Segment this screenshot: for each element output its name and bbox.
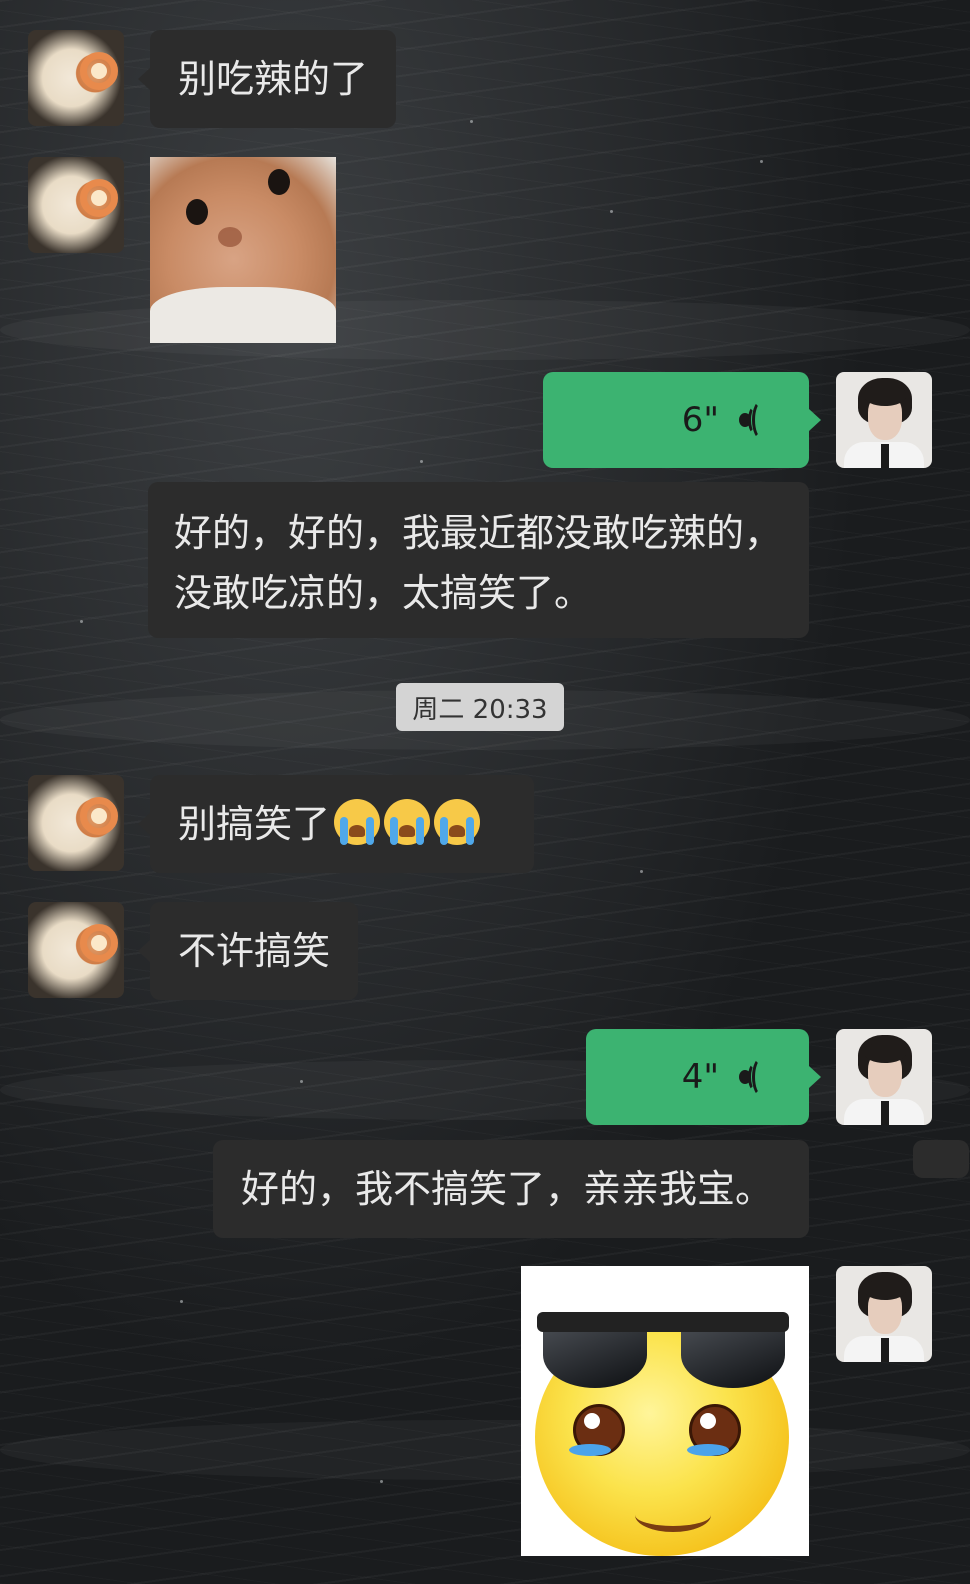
hamster-face-sticker[interactable]: [150, 157, 336, 343]
avatar-fringe: [864, 1280, 906, 1300]
bagel-hole: [91, 63, 107, 79]
message-bubble[interactable]: 好的，我不搞笑了，亲亲我宝。: [213, 1140, 809, 1238]
bagel-hole: [91, 935, 107, 951]
message-bubble[interactable]: 别搞笑了: [138, 775, 534, 873]
bagel-hole: [91, 808, 107, 824]
background-wave: [0, 300, 970, 360]
message-text: 别搞笑了: [178, 802, 331, 846]
water-sparkle: [640, 870, 643, 873]
voice-message[interactable]: 4": [586, 1029, 821, 1125]
message-text-line: 没敢吃凉的，太搞笑了。: [174, 571, 593, 615]
background-wave: [0, 1060, 970, 1120]
water-sparkle: [420, 460, 423, 463]
bagel-hole: [91, 190, 107, 206]
friend-avatar[interactable]: [28, 775, 124, 871]
loudly-crying-face-icon: [334, 799, 381, 845]
message-text: 好的，我不搞笑了，亲亲我宝。: [241, 1167, 774, 1211]
my-avatar[interactable]: [836, 1266, 932, 1362]
friend-avatar[interactable]: [28, 902, 124, 998]
sticker-eye: [186, 199, 208, 225]
my-avatar[interactable]: [836, 1029, 932, 1125]
sunglasses-icon: [537, 1312, 789, 1332]
water-sparkle: [80, 620, 83, 623]
water-sparkle: [610, 210, 613, 213]
avatar-tie: [881, 444, 889, 468]
water-sparkle: [180, 1300, 183, 1303]
loudly-crying-face-icon: [384, 799, 431, 845]
water-sparkle: [380, 1480, 383, 1483]
voice-wave-icon: [737, 1057, 771, 1097]
avatar-fringe: [864, 1043, 906, 1063]
avatar-fringe: [864, 386, 906, 406]
friend-avatar[interactable]: [28, 30, 124, 126]
loudly-crying-face-icon: [434, 799, 481, 845]
sticker-eye: [268, 169, 290, 195]
message-bubble[interactable]: 别吃辣的了: [137, 30, 397, 128]
sticker-body: [150, 287, 336, 343]
background-wave: [0, 1420, 970, 1480]
water-sparkle: [300, 1080, 303, 1083]
my-avatar[interactable]: [836, 372, 932, 468]
water-sparkle: [760, 160, 763, 163]
friend-avatar[interactable]: [28, 157, 124, 253]
timestamp-divider: 周二 20:33: [396, 683, 564, 731]
message-bubble[interactable]: 不许搞笑: [137, 902, 359, 1000]
smiley-mouth: [635, 1498, 711, 1532]
voice-message[interactable]: 6": [543, 372, 821, 468]
spacer: [913, 1140, 969, 1178]
tear-drop: [569, 1444, 611, 1456]
voice-duration: 4": [681, 1057, 719, 1097]
sticker-nose: [218, 227, 242, 247]
avatar-tie: [881, 1101, 889, 1125]
voice-duration: 6": [681, 400, 719, 440]
message-text: 不许搞笑: [178, 929, 331, 973]
message-bubble[interactable]: 好的，好的，我最近都没敢吃辣的， 没敢吃凉的，太搞笑了。: [148, 482, 809, 638]
tear-drop: [687, 1444, 729, 1456]
message-text-line: 好的，好的，我最近都没敢吃辣的，: [174, 511, 783, 555]
message-text: 别吃辣的了: [178, 57, 369, 101]
crying-sunglasses-smiley-sticker[interactable]: [521, 1266, 809, 1556]
voice-wave-icon: [737, 400, 771, 440]
avatar-tie: [881, 1338, 889, 1362]
water-sparkle: [470, 120, 473, 123]
